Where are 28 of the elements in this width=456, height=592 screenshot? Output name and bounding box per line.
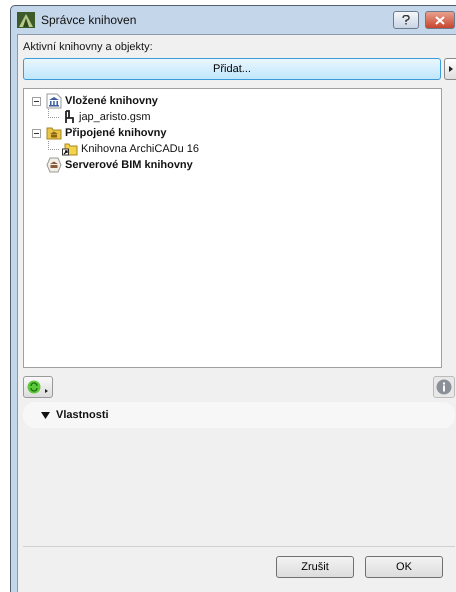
window-title: Správce knihoven — [41, 13, 138, 27]
help-button[interactable] — [393, 11, 419, 29]
info-button[interactable] — [433, 376, 455, 398]
folder-shortcut-icon — [62, 141, 78, 157]
cancel-button[interactable]: Zrušit — [276, 556, 354, 578]
tree-item[interactable]: Serverové BIM knihovny — [65, 159, 193, 171]
tree-item[interactable]: Knihovna ArchiCADu 16 — [81, 143, 200, 155]
tree-item[interactable]: jap_aristo.gsm — [79, 111, 151, 123]
more-button[interactable] — [444, 58, 456, 80]
app-logo-icon — [17, 12, 35, 28]
add-button[interactable]: Přidat... — [23, 58, 441, 80]
info-icon — [436, 379, 452, 395]
close-button[interactable] — [425, 11, 455, 29]
chair-icon — [62, 110, 76, 124]
collapse-toggle-icon[interactable] — [32, 96, 41, 106]
properties-title: Vlastnosti — [56, 409, 109, 421]
close-icon — [435, 16, 445, 24]
collapse-toggle-icon[interactable] — [32, 128, 41, 138]
caret-icon — [449, 66, 453, 72]
question-icon — [402, 15, 410, 25]
tree-item[interactable]: Vložené knihovny — [65, 95, 158, 107]
expand-triangle-icon[interactable] — [41, 412, 50, 418]
library-folder-icon — [46, 125, 62, 141]
ok-button[interactable]: OK — [365, 556, 443, 578]
server-library-icon — [46, 157, 62, 173]
tree-item[interactable]: Připojené knihovny — [65, 127, 166, 139]
libraries-label: Aktivní knihovny a objekty: — [23, 41, 154, 53]
sync-menu-button[interactable] — [23, 376, 53, 398]
